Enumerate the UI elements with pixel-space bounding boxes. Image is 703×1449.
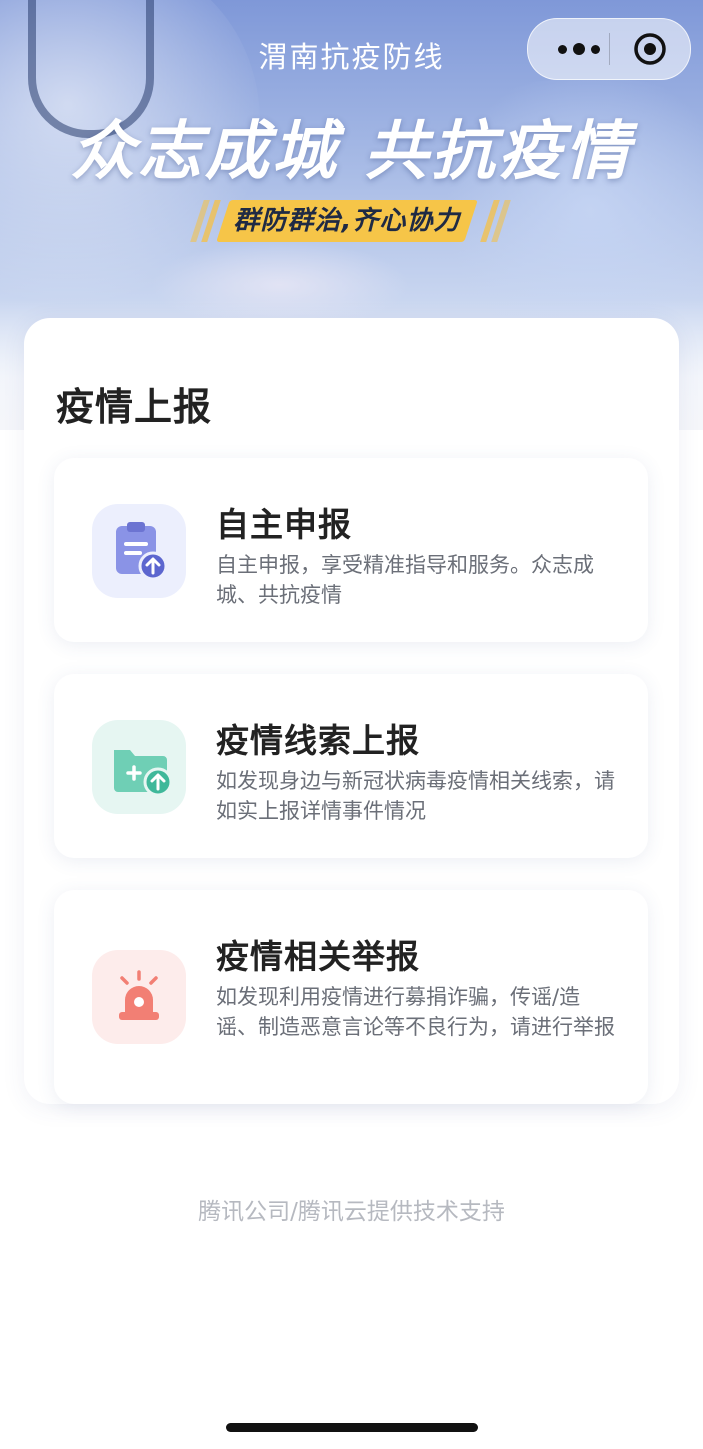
more-icon[interactable] [550, 37, 608, 61]
close-target-icon[interactable] [632, 31, 668, 67]
capsule-divider [609, 33, 610, 65]
alarm-siren-icon [92, 950, 186, 1044]
folder-upload-icon [92, 720, 186, 814]
item-description: 自主申报，享受精准指导和服务。众志成城、共抗疫情 [216, 553, 594, 607]
ribbon-text: 群防群治,齐心协力 [233, 206, 461, 236]
item-title: 疫情线索上报 [216, 721, 420, 760]
list-item-related-report[interactable]: 疫情相关举报 如发现利用疫情进行募捐诈骗，传谣/造谣、制造恶意言论等不良行为，请… [54, 890, 648, 1104]
hero-slogan: 众志成城 共抗疫情 [70, 115, 633, 189]
list-item-clue-report[interactable]: 疫情线索上报 如发现身边与新冠状病毒疫情相关线索，请如实上报详情事件情况 [54, 674, 648, 858]
slogan-ribbon: 群防群治,齐心协力 [190, 200, 515, 242]
section-title: 疫情上报 [56, 385, 213, 429]
report-card: 疫情上报 自主申报 自主申报，享受精准指导和服务。众志成城、共抗疫情 疫情线索上… [24, 318, 679, 1104]
miniprogram-capsule [527, 18, 691, 80]
item-title: 自主申报 [216, 505, 352, 544]
home-indicator[interactable] [226, 1423, 478, 1432]
item-description: 如发现利用疫情进行募捐诈骗，传谣/造谣、制造恶意言论等不良行为，请进行举报 [216, 985, 615, 1039]
item-title: 疫情相关举报 [216, 937, 420, 976]
list-item-self-report[interactable]: 自主申报 自主申报，享受精准指导和服务。众志成城、共抗疫情 [54, 458, 648, 642]
clipboard-upload-icon [92, 504, 186, 598]
item-description: 如发现身边与新冠状病毒疫情相关线索，请如实上报详情事件情况 [216, 769, 615, 823]
footer-credit: 腾讯公司/腾讯云提供技术支持 [198, 1199, 505, 1225]
